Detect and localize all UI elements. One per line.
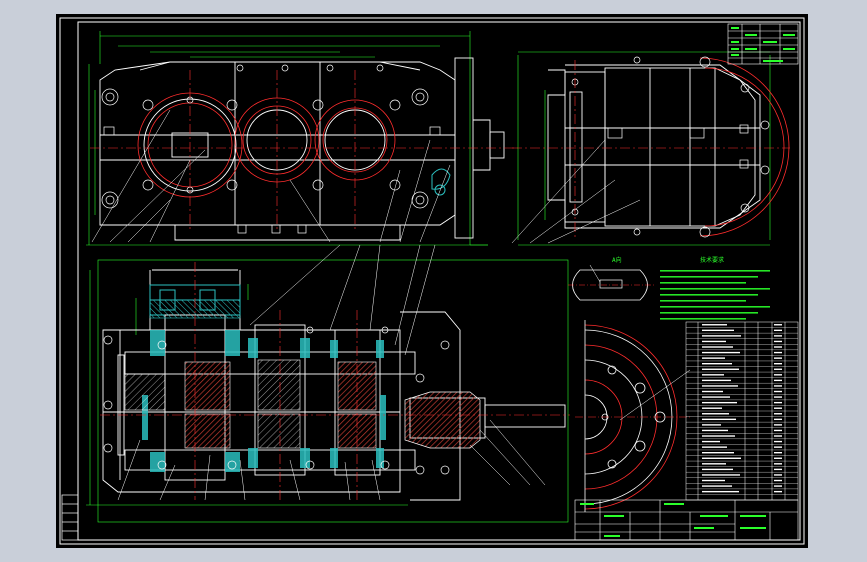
- parts-list-cell-text: [702, 474, 740, 476]
- parts-list-cell-text: [774, 340, 782, 343]
- parts-list-cell-text: [702, 435, 735, 437]
- parts-list-cell-text: [702, 429, 728, 432]
- parts-list-cell-text: [702, 379, 731, 382]
- parts-list-cell-text: [774, 335, 782, 337]
- parts-list-cell-text: [774, 363, 782, 365]
- parts-list-cell-text: [774, 440, 782, 443]
- parts-list-cell-text: [774, 435, 782, 437]
- parts-list-cell-text: [774, 424, 782, 426]
- parts-list-cell-text: [702, 440, 720, 443]
- tech-note-line: [660, 282, 746, 284]
- parts-list-cell-text: [774, 474, 782, 476]
- parts-list-cell-text: [702, 390, 723, 393]
- parts-list-cell-text: [774, 357, 782, 359]
- parts-list-cell-text: [702, 340, 726, 343]
- parts-list-cell-text: [774, 457, 782, 459]
- parts-list-cell-text: [702, 407, 722, 409]
- parts-list-cell-text: [702, 424, 721, 426]
- parts-list-cell-text: [702, 351, 740, 354]
- tech-note-line: [660, 294, 758, 296]
- parts-list-cell-text: [702, 374, 724, 376]
- parts-list-cell-text: [774, 329, 782, 332]
- parts-list-cell-text: [774, 452, 782, 454]
- parts-list-cell-text: [774, 379, 782, 382]
- detail-label: A向: [612, 256, 622, 264]
- parts-list-cell-text: [702, 446, 727, 448]
- parts-list-cell-text: [702, 363, 732, 365]
- parts-list-cell-text: [702, 457, 741, 459]
- parts-list-cell-text: [702, 479, 725, 482]
- parts-list-cell-text: [774, 385, 782, 387]
- parts-list-cell-text: [702, 413, 729, 415]
- tech-note-line: [660, 288, 770, 290]
- parts-list-cell-text: [774, 490, 782, 493]
- parts-list-cell-text: [774, 374, 782, 376]
- parts-list-cell-text: [774, 446, 782, 448]
- parts-list-cell-text: [702, 329, 734, 332]
- parts-list-cell-text: [774, 485, 782, 487]
- parts-list-cell-text: [702, 368, 739, 370]
- tech-note-line: [660, 300, 746, 302]
- parts-list-cell-text: [702, 324, 727, 326]
- parts-list-cell-text: [774, 413, 782, 415]
- parts-list-cell-text: [774, 401, 782, 404]
- parts-list-cell-text: [774, 429, 782, 432]
- tech-note-line: [660, 318, 746, 320]
- parts-list-cell-text: [702, 468, 733, 471]
- tech-note-line: [660, 276, 758, 278]
- parts-list-cell-text: [774, 407, 782, 409]
- tech-note-line: [660, 270, 770, 272]
- parts-list-cell-text: [702, 418, 736, 421]
- parts-list-cell-text: [774, 368, 782, 370]
- drawing-paper: [56, 14, 808, 548]
- parts-list-cell-text: [774, 479, 782, 482]
- parts-list-cell-text: [774, 324, 782, 326]
- parts-list-cell-text: [702, 385, 738, 387]
- parts-list-cell-text: [702, 452, 734, 454]
- parts-list-cell-text: [774, 463, 782, 465]
- parts-list-cell-text: [702, 490, 739, 493]
- parts-list-cell-text: [774, 396, 782, 398]
- parts-list-cell-text: [702, 346, 733, 348]
- tech-notes-header: 技术要求: [700, 256, 724, 264]
- parts-list-cell-text: [774, 418, 782, 421]
- parts-list-cell-text: [702, 463, 726, 465]
- tech-note-line: [660, 306, 770, 308]
- parts-list-cell-text: [702, 396, 730, 398]
- tech-notes-lines: [660, 270, 770, 320]
- cad-drawing-canvas[interactable]: A向 技术要求: [0, 0, 867, 562]
- parts-list-cell-text: [702, 335, 741, 337]
- parts-list-cell-text: [774, 346, 782, 348]
- parts-list-cell-text: [774, 351, 782, 354]
- tech-note-line: [660, 312, 758, 314]
- parts-list-cell-text: [774, 468, 782, 471]
- parts-list-cell-text: [774, 390, 782, 393]
- parts-list-cell-text: [702, 485, 732, 487]
- parts-list-cell-text: [702, 357, 725, 359]
- parts-list-cell-text: [702, 401, 737, 404]
